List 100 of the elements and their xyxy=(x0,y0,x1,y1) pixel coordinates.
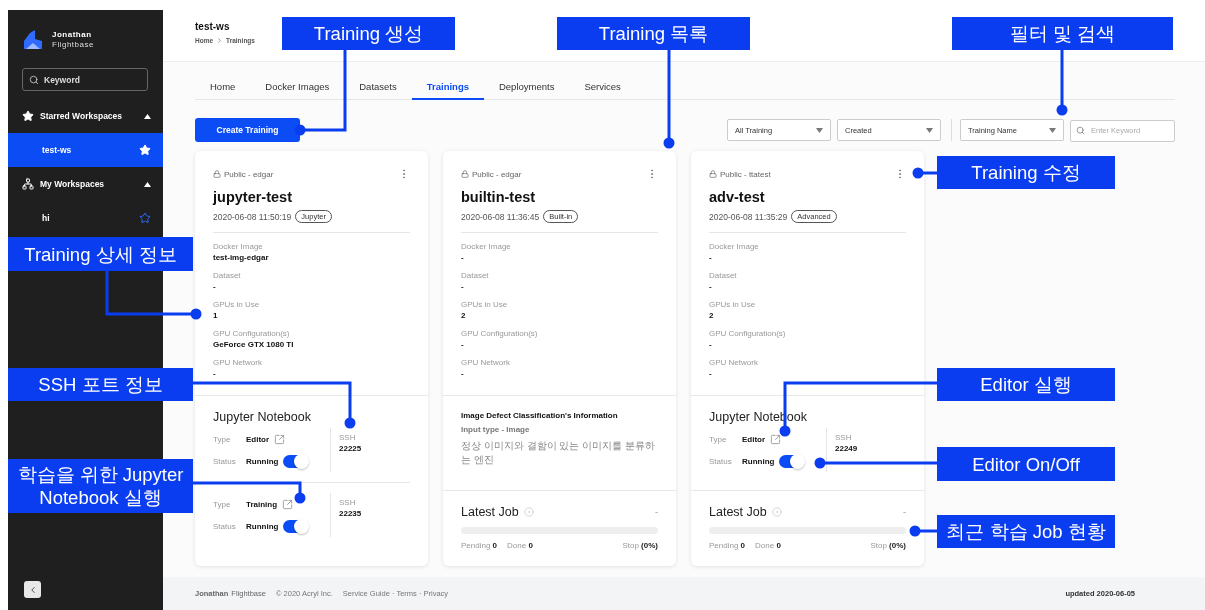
training-title: jupyter-test xyxy=(213,189,293,205)
external-link-icon[interactable] xyxy=(770,433,782,445)
search-icon xyxy=(1076,125,1085,135)
field-label: Status xyxy=(709,456,733,466)
field-label: Type xyxy=(213,434,232,444)
field-value: Training xyxy=(246,499,278,509)
field-value: - xyxy=(709,339,713,350)
callout-label: Training 목록 xyxy=(557,17,750,50)
field-value: - xyxy=(461,368,465,379)
search-field[interactable]: Keyword xyxy=(22,68,148,91)
star-icon xyxy=(22,110,34,122)
created-date: 2020-06-08 11:35:29 xyxy=(709,211,788,222)
field-label: Status xyxy=(213,521,237,531)
field-value: 2 xyxy=(709,310,715,321)
toggle-switch[interactable] xyxy=(283,519,309,533)
field-value: Running xyxy=(246,456,279,466)
workspace-item[interactable]: test-ws xyxy=(8,133,163,167)
field-value: Running xyxy=(742,456,775,466)
job-stat: Pending 0 xyxy=(709,541,746,550)
tab[interactable]: Datasets xyxy=(344,74,412,100)
lock-icon xyxy=(461,170,469,178)
hierarchy-icon xyxy=(22,178,34,190)
chevron-icon xyxy=(216,37,224,44)
field-label: Type xyxy=(213,499,232,509)
job-value: - xyxy=(903,507,906,517)
field-label: GPU Configuration(s) xyxy=(461,328,539,339)
job-stat: Done 0 xyxy=(755,541,781,550)
callout-label: Training 수정 xyxy=(937,156,1115,189)
section-title: Jupyter Notebook xyxy=(213,410,312,424)
field-value: 22249 xyxy=(835,444,858,453)
workspace-title: test-ws xyxy=(195,21,231,32)
job-value: - xyxy=(655,507,658,517)
section-title: Latest Job xyxy=(461,505,519,519)
tab[interactable]: Deployments xyxy=(483,74,570,100)
info-icon xyxy=(771,507,782,517)
training-title: adv-test xyxy=(709,189,766,205)
group-title: Starred Workspaces xyxy=(40,111,124,121)
field-value: - xyxy=(709,252,713,263)
collapse-button[interactable] xyxy=(24,581,41,598)
field-value: - xyxy=(213,368,217,379)
field-label: Dataset xyxy=(461,270,490,281)
group-header[interactable]: Starred Workspaces xyxy=(8,99,163,133)
section-title: Latest Job xyxy=(709,505,767,519)
field-label: SSH xyxy=(339,498,357,507)
field-value: - xyxy=(213,281,217,292)
tab[interactable]: Services xyxy=(569,74,636,100)
info-icon xyxy=(523,507,534,517)
field-value: Editor xyxy=(742,434,766,444)
visibility-label: Public - edgar xyxy=(213,169,274,179)
field-label: GPU Network xyxy=(709,357,759,368)
create-training-button[interactable]: Create Training xyxy=(195,118,300,142)
field-label: Docker Image xyxy=(461,241,512,252)
toggle-switch[interactable] xyxy=(779,454,805,468)
field-value: 22225 xyxy=(339,444,362,453)
logo-icon xyxy=(22,29,44,51)
field-label: GPUs in Use xyxy=(213,299,261,310)
lock-icon xyxy=(213,170,221,178)
field-label: GPUs in Use xyxy=(709,299,757,310)
brand-name: Jonathan xyxy=(52,30,93,40)
brand-name: Flightbase xyxy=(52,40,94,50)
external-link-icon[interactable] xyxy=(274,433,286,445)
job-stat: Stop (0%) xyxy=(622,541,658,550)
tab[interactable]: Docker Images xyxy=(250,74,345,100)
leader-line xyxy=(912,167,937,179)
caret-icon[interactable] xyxy=(144,113,151,119)
field-value: 22235 xyxy=(339,509,362,518)
callout-label: Training 생성 xyxy=(282,17,455,50)
info-title: Image Defect Classification's Information xyxy=(461,411,619,420)
field-value: Running xyxy=(246,521,279,531)
field-value: 1 xyxy=(213,310,219,321)
group-title: My Workspaces xyxy=(40,179,106,189)
caret-icon[interactable] xyxy=(144,181,151,187)
field-label: GPU Configuration(s) xyxy=(213,328,291,339)
callout-label: Editor On/Off xyxy=(937,447,1115,481)
callout-label: 학습을 위한 Jupyter Notebook 실행 xyxy=(8,459,193,513)
field-label: Docker Image xyxy=(709,241,760,252)
field-value: - xyxy=(461,339,465,350)
field-value: - xyxy=(709,368,713,379)
field-value: - xyxy=(709,281,713,292)
toggle-switch[interactable] xyxy=(283,454,309,468)
visibility-label: Public - edgar xyxy=(461,169,522,179)
workspace-name: hi xyxy=(42,213,51,223)
callout-label: Training 상세 정보 xyxy=(8,237,193,271)
field-label: Docker Image xyxy=(213,241,264,252)
field-label: SSH xyxy=(835,433,853,442)
tab[interactable]: Home xyxy=(195,74,251,100)
created-date: 2020-06-08 11:50:19 xyxy=(213,211,292,222)
field-value: - xyxy=(461,281,465,292)
external-link-icon[interactable] xyxy=(282,498,294,510)
lock-icon xyxy=(709,170,717,178)
star-icon[interactable] xyxy=(139,212,151,224)
job-stat: Stop (0%) xyxy=(870,541,906,550)
callout-label: 최근 학습 Job 현황 xyxy=(937,515,1115,548)
callout-label: Editor 실행 xyxy=(937,368,1115,401)
group-header[interactable]: My Workspaces xyxy=(8,167,163,201)
workspace-item[interactable]: hi xyxy=(8,201,163,235)
field-value: Editor xyxy=(246,434,270,444)
field-label: Type xyxy=(709,434,728,444)
tab[interactable]: Trainings xyxy=(411,74,484,100)
job-stat: Done 0 xyxy=(507,541,533,550)
